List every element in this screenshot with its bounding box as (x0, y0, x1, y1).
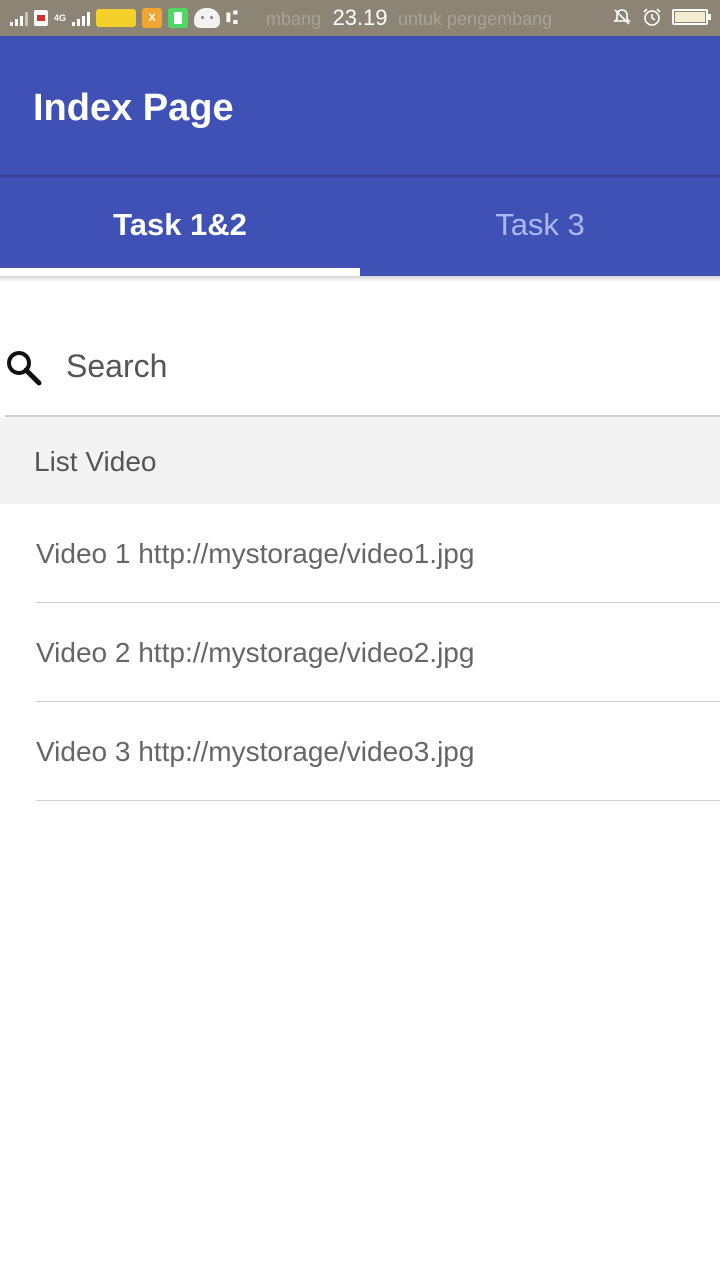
video-list: Video 1 http://mystorage/video1.jpg Vide… (0, 504, 720, 801)
list-item-video-2[interactable]: Video 2 http://mystorage/video2.jpg (0, 603, 720, 702)
list-item-video-1[interactable]: Video 1 http://mystorage/video1.jpg (0, 504, 720, 603)
list-section-header: List Video (0, 417, 720, 504)
search-input[interactable] (66, 344, 686, 388)
status-bar: 4G X ⑆ mbang 23.19 untuk pengembang (0, 0, 720, 36)
list-divider (36, 800, 720, 801)
list-item-video-3[interactable]: Video 3 http://mystorage/video3.jpg (0, 702, 720, 801)
alarm-icon (643, 8, 661, 26)
notification-off-icon (613, 9, 631, 25)
tab-indicator (0, 268, 360, 276)
app-bar: Index Page (0, 36, 720, 176)
list-item-label: Video 1 http://mystorage/video1.jpg (36, 538, 475, 569)
search-icon[interactable] (4, 348, 44, 388)
section-title: List Video (34, 446, 157, 477)
list-item-label: Video 3 http://mystorage/video3.jpg (36, 736, 475, 767)
search-bar (0, 326, 720, 417)
list-item-label: Video 2 http://mystorage/video2.jpg (36, 637, 475, 668)
tab-task-1-2[interactable]: Task 1&2 (0, 178, 360, 276)
status-bar-right-icons (612, 7, 711, 27)
tab-bar-shadow (0, 276, 720, 282)
ghost-text-right: untuk pengembang (398, 9, 553, 29)
page-title: Index Page (33, 87, 234, 129)
battery-icon (672, 9, 711, 25)
tab-bar: Task 1&2 Task 3 (0, 178, 720, 276)
tab-task-3[interactable]: Task 3 (360, 178, 720, 276)
